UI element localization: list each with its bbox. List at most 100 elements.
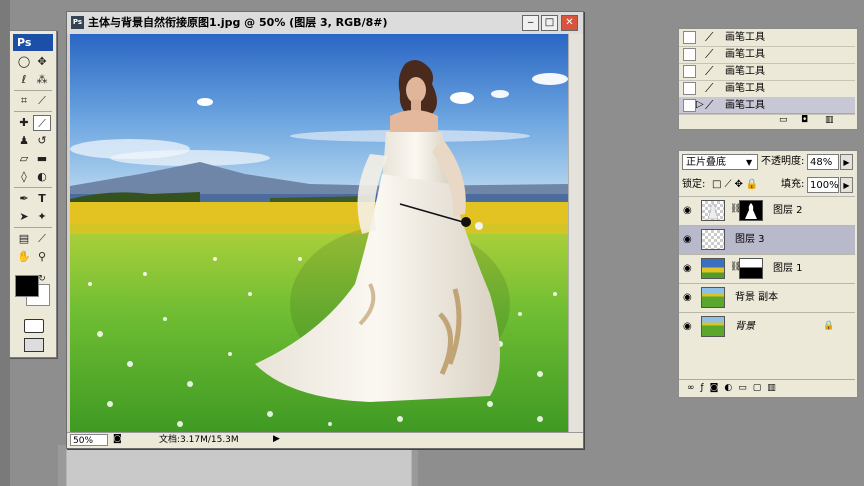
photoshop-logo[interactable]: Ps: [13, 34, 53, 51]
history-brush-tool-icon[interactable]: ↺: [33, 133, 51, 149]
layer-name: 图层 3: [735, 234, 765, 245]
history-item-label: 画笔工具: [725, 100, 765, 111]
history-item[interactable]: ⟋ 画笔工具: [679, 63, 855, 81]
healing-brush-tool-icon[interactable]: ✚: [15, 115, 33, 131]
blur-tool-icon[interactable]: ◊: [15, 169, 33, 185]
crop-tool-icon[interactable]: ⌗: [15, 93, 33, 109]
brush-icon: ⟋: [705, 30, 714, 44]
eraser-tool-icon[interactable]: ▱: [15, 151, 33, 167]
dodge-tool-icon[interactable]: ◐: [33, 169, 51, 185]
trash-icon[interactable]: ▥: [825, 115, 834, 125]
history-checkbox[interactable]: [683, 48, 696, 61]
workspace-inactive-area: [66, 445, 412, 486]
blend-mode-value: 正片叠底: [686, 157, 726, 168]
toolbox-divider: [14, 187, 52, 188]
history-checkbox[interactable]: [683, 82, 696, 95]
slice-tool-icon[interactable]: ⟋: [33, 93, 51, 109]
adjustment-layer-icon[interactable]: ◐: [724, 383, 738, 393]
opacity-slider-arrow-icon[interactable]: ▶: [840, 154, 853, 170]
shape-tool-icon[interactable]: ✦: [33, 209, 51, 225]
eye-icon[interactable]: ◉: [683, 292, 692, 303]
clone-stamp-tool-icon[interactable]: ♟: [15, 133, 33, 149]
eye-icon[interactable]: ◉: [683, 234, 692, 245]
lock-options[interactable]: □⟋✥🔒: [712, 178, 761, 192]
layer-row-selected[interactable]: ◉ 图层 3: [679, 225, 855, 254]
pen-tool-icon[interactable]: ✒: [15, 191, 33, 207]
history-state-marker-icon: ▷: [696, 99, 704, 110]
document-titlebar[interactable]: Ps 主体与背景自然衔接原图1.jpg @ 50% (图层 3, RGB/8#)…: [67, 12, 583, 34]
layers-panel-footer: ∞ƒ◙◐▭▢▥: [679, 379, 855, 395]
close-button[interactable]: ✕: [561, 15, 578, 31]
zoom-tool-icon[interactable]: ⚲: [33, 249, 51, 265]
lock-icon: 🔒: [823, 321, 835, 331]
history-item[interactable]: ⟋ 画笔工具: [679, 46, 855, 64]
eye-icon[interactable]: ◉: [683, 263, 692, 274]
layer-row[interactable]: ◉ 背景 副本: [679, 283, 855, 312]
image-canvas[interactable]: [70, 34, 568, 432]
screen-mode-button[interactable]: [24, 338, 44, 352]
layer-mask-thumbnail[interactable]: [739, 200, 763, 221]
layer-name: 图层 1: [773, 263, 803, 274]
history-checkbox[interactable]: [683, 99, 696, 112]
brush-icon: ⟋: [705, 81, 714, 95]
zoom-field[interactable]: 50%: [70, 434, 108, 446]
history-item-label: 画笔工具: [725, 49, 765, 60]
swap-colors-icon[interactable]: ↻: [36, 271, 48, 287]
magic-wand-tool-icon[interactable]: ⁂: [33, 72, 51, 88]
link-layers-icon[interactable]: ∞: [687, 383, 701, 393]
photoshop-doc-icon: Ps: [71, 16, 84, 29]
history-item-label: 画笔工具: [725, 66, 765, 77]
brush-icon: ⟋: [705, 98, 714, 112]
toolbox-divider: [14, 227, 52, 228]
layer-thumbnail: [701, 200, 725, 221]
status-menu-arrow-icon[interactable]: ▶: [273, 434, 280, 444]
new-layer-icon[interactable]: ▢: [753, 383, 768, 393]
history-item[interactable]: ⟋ 画笔工具: [679, 29, 855, 47]
opacity-label: 不透明度:: [761, 156, 805, 167]
layer-row[interactable]: ◉ ⛓ 图层 1: [679, 254, 855, 283]
eye-icon[interactable]: ◉: [683, 321, 692, 332]
layer-style-icon[interactable]: ƒ: [701, 383, 710, 393]
history-item[interactable]: ⟋ 画笔工具: [679, 80, 855, 98]
layer-row[interactable]: ◉ ⛓ 图层 2: [679, 196, 855, 225]
move-tool-icon[interactable]: ✥: [33, 54, 51, 70]
lock-label: 锁定:: [682, 179, 706, 190]
toolbox: Ps ◯ ✥ ℓ ⁂ ⌗ ⟋ ✚ ⟋ ♟ ↺ ▱ ▬ ◊ ◐ ✒ T ➤ ✦ ▤…: [9, 30, 57, 358]
new-group-icon[interactable]: ▭: [738, 383, 753, 393]
chevron-down-icon: ▼: [746, 158, 753, 167]
add-mask-icon[interactable]: ◙: [710, 383, 725, 393]
minimize-button[interactable]: ‒: [522, 15, 539, 31]
type-tool-icon[interactable]: T: [33, 191, 51, 207]
history-checkbox[interactable]: [683, 65, 696, 78]
brush-tool-icon[interactable]: ⟋: [33, 115, 51, 131]
marquee-tool-icon[interactable]: ◯: [15, 54, 33, 70]
quick-mask-button[interactable]: [24, 319, 44, 333]
document-title: 主体与背景自然衔接原图1.jpg @ 50% (图层 3, RGB/8#): [88, 16, 388, 29]
layers-panel: 正片叠底 ▼ 不透明度: 48% ▶ 锁定: □⟋✥🔒 填充: 100% ▶ ◉…: [678, 150, 858, 398]
layer-thumbnail: [701, 287, 725, 308]
history-checkbox[interactable]: [683, 31, 696, 44]
layer-thumbnail: [701, 229, 725, 250]
layer-name: 图层 2: [773, 205, 803, 216]
layer-name: 背景 副本: [735, 292, 779, 303]
vertical-scrollbar[interactable]: [568, 34, 583, 432]
maximize-button[interactable]: □: [541, 15, 558, 31]
gradient-tool-icon[interactable]: ▬: [33, 151, 51, 167]
path-select-tool-icon[interactable]: ➤: [15, 209, 33, 225]
hand-tool-icon[interactable]: ✋: [15, 249, 33, 265]
fill-slider-arrow-icon[interactable]: ▶: [840, 177, 853, 193]
delete-layer-icon[interactable]: ▥: [767, 383, 782, 393]
eyedropper-tool-icon[interactable]: ⟋: [33, 231, 51, 247]
eye-icon[interactable]: ◉: [683, 205, 692, 216]
opacity-field[interactable]: 48%: [807, 154, 839, 170]
layer-row[interactable]: ◉ 背景 🔒: [679, 312, 855, 341]
snapshot-icon[interactable]: ◘: [801, 115, 808, 125]
layer-mask-thumbnail[interactable]: [739, 258, 763, 279]
notes-tool-icon[interactable]: ▤: [15, 231, 33, 247]
lasso-tool-icon[interactable]: ℓ: [15, 72, 33, 88]
fill-field[interactable]: 100%: [807, 177, 839, 193]
status-options-icon[interactable]: ◙: [113, 434, 122, 444]
new-document-icon[interactable]: ▭: [779, 115, 788, 125]
brush-icon: ⟋: [705, 64, 714, 78]
blend-mode-select[interactable]: 正片叠底 ▼: [682, 154, 758, 170]
